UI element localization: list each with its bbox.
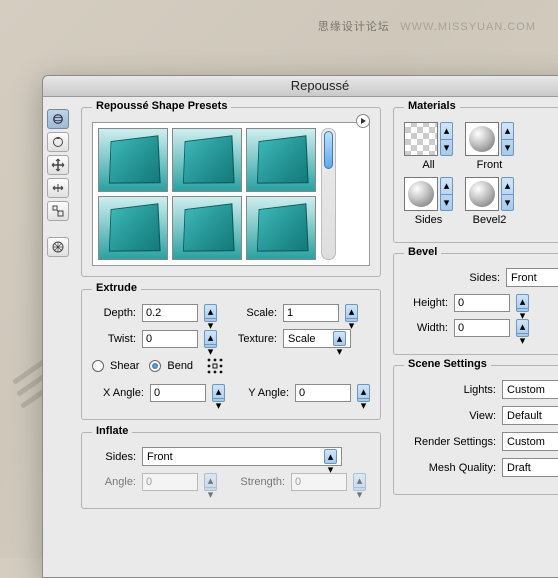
scale-stepper[interactable]: ▴▾ xyxy=(345,304,358,322)
watermark: 思缘设计论坛 WWW.MISSYUAN.COM xyxy=(318,18,536,34)
inflate-sides-select[interactable]: Front▴▾ xyxy=(142,447,342,466)
presets-scrollbar[interactable] xyxy=(321,128,336,260)
material-sides-swatch[interactable] xyxy=(404,177,438,211)
preset-item[interactable] xyxy=(246,196,316,260)
tool-scale[interactable] xyxy=(47,201,69,221)
preset-item[interactable] xyxy=(98,128,168,192)
vertical-toolbar xyxy=(47,107,71,509)
constraint-grid-icon[interactable] xyxy=(203,355,227,377)
twist-label: Twist: xyxy=(92,333,136,345)
scale-label: Scale: xyxy=(233,307,277,319)
yangle-stepper[interactable]: ▴▾ xyxy=(357,384,370,402)
xangle-input[interactable] xyxy=(150,384,206,402)
inflate-strength-stepper: ▴▾ xyxy=(353,473,366,491)
inflate-group: Inflate Sides: Front▴▾ Angle: ▴▾ Strengt… xyxy=(81,432,381,509)
mesh-label: Mesh Quality: xyxy=(404,462,496,474)
tool-roll[interactable] xyxy=(47,132,69,152)
lights-label: Lights: xyxy=(404,384,496,396)
preset-item[interactable] xyxy=(98,196,168,260)
render-label: Render Settings: xyxy=(404,436,496,448)
depth-input[interactable] xyxy=(142,304,198,322)
texture-label: Texture: xyxy=(233,333,277,345)
bevel-height-stepper[interactable]: ▴▾ xyxy=(516,294,529,312)
bend-radio[interactable]: Bend xyxy=(149,360,193,372)
bevel-width-label: Width: xyxy=(404,322,448,334)
tool-slide[interactable] xyxy=(47,178,69,198)
material-sides-label: Sides xyxy=(415,214,443,226)
presets-legend: Repoussé Shape Presets xyxy=(92,100,231,112)
preset-item[interactable] xyxy=(172,128,242,192)
material-all-swatch[interactable] xyxy=(404,122,438,156)
extrude-legend: Extrude xyxy=(92,282,141,294)
inflate-angle-input xyxy=(142,473,198,491)
material-sides-picker[interactable]: ▴▾ xyxy=(440,177,453,211)
bevel-group: Bevel Sides: Front Height: ▴▾ Width: ▴▾ xyxy=(393,253,558,355)
xangle-stepper[interactable]: ▴▾ xyxy=(212,384,225,402)
xangle-label: X Angle: xyxy=(92,387,144,399)
inflate-strength-label: Strength: xyxy=(229,476,285,488)
bevel-sides-select[interactable]: Front xyxy=(506,268,558,287)
materials-legend: Materials xyxy=(404,100,460,112)
preset-item[interactable] xyxy=(172,196,242,260)
depth-label: Depth: xyxy=(92,307,136,319)
depth-stepper[interactable]: ▴▾ xyxy=(204,304,217,322)
yangle-label: Y Angle: xyxy=(237,387,289,399)
window-titlebar[interactable]: Repoussé xyxy=(43,76,558,97)
tool-mesh[interactable] xyxy=(47,237,69,257)
bevel-sides-label: Sides: xyxy=(456,272,500,284)
extrude-group: Extrude Depth: ▴▾ Scale: ▴▾ Twist: ▴▾ Te… xyxy=(81,289,381,420)
watermark-en: WWW.MISSYUAN.COM xyxy=(400,21,536,33)
material-all-label: All xyxy=(422,159,434,171)
preset-item[interactable] xyxy=(246,128,316,192)
chevron-down-icon: ▴▾ xyxy=(333,331,346,346)
shear-radio[interactable]: Shear xyxy=(92,360,139,372)
inflate-sides-label: Sides: xyxy=(92,451,136,463)
twist-input[interactable] xyxy=(142,330,198,348)
yangle-input[interactable] xyxy=(295,384,351,402)
chevron-down-icon: ▴▾ xyxy=(324,449,337,464)
tool-pan[interactable] xyxy=(47,155,69,175)
materials-group: Materials ▴▾All ▴▾Front ▴▾Sides ▴▾Bevel2 xyxy=(393,107,558,243)
scene-legend: Scene Settings xyxy=(404,358,491,370)
presets-flyout-icon[interactable] xyxy=(356,114,370,128)
mesh-select[interactable]: Draft xyxy=(502,458,558,477)
texture-select[interactable]: Scale▴▾ xyxy=(283,329,351,348)
material-bevel2-picker[interactable]: ▴▾ xyxy=(501,177,514,211)
bevel-width-stepper[interactable]: ▴▾ xyxy=(516,319,529,337)
presets-group: Repoussé Shape Presets xyxy=(81,107,381,277)
material-front-swatch[interactable] xyxy=(465,122,499,156)
material-all-picker[interactable]: ▴▾ xyxy=(440,122,453,156)
bevel-width-input[interactable] xyxy=(454,319,510,337)
material-front-picker[interactable]: ▴▾ xyxy=(501,122,514,156)
scale-input[interactable] xyxy=(283,304,339,322)
tool-orbit[interactable] xyxy=(47,109,69,129)
bevel-legend: Bevel xyxy=(404,246,441,258)
bevel-height-input[interactable] xyxy=(454,294,510,312)
inflate-strength-input xyxy=(291,473,347,491)
repousse-window: Repoussé Repoussé Shape Presets xyxy=(42,75,558,578)
inflate-legend: Inflate xyxy=(92,425,132,437)
view-select[interactable]: Default xyxy=(502,406,558,425)
scrollbar-thumb[interactable] xyxy=(324,131,333,169)
render-select[interactable]: Custom xyxy=(502,432,558,451)
inflate-angle-stepper: ▴▾ xyxy=(204,473,217,491)
material-bevel2-label: Bevel2 xyxy=(473,214,507,226)
watermark-cn: 思缘设计论坛 xyxy=(318,21,390,33)
presets-box xyxy=(92,122,370,266)
material-front-label: Front xyxy=(477,159,503,171)
bevel-height-label: Height: xyxy=(404,297,448,309)
lights-select[interactable]: Custom xyxy=(502,380,558,399)
view-label: View: xyxy=(404,410,496,422)
scene-group: Scene Settings Lights:Custom View:Defaul… xyxy=(393,365,558,495)
material-bevel2-swatch[interactable] xyxy=(465,177,499,211)
twist-stepper[interactable]: ▴▾ xyxy=(204,330,217,348)
inflate-angle-label: Angle: xyxy=(92,476,136,488)
